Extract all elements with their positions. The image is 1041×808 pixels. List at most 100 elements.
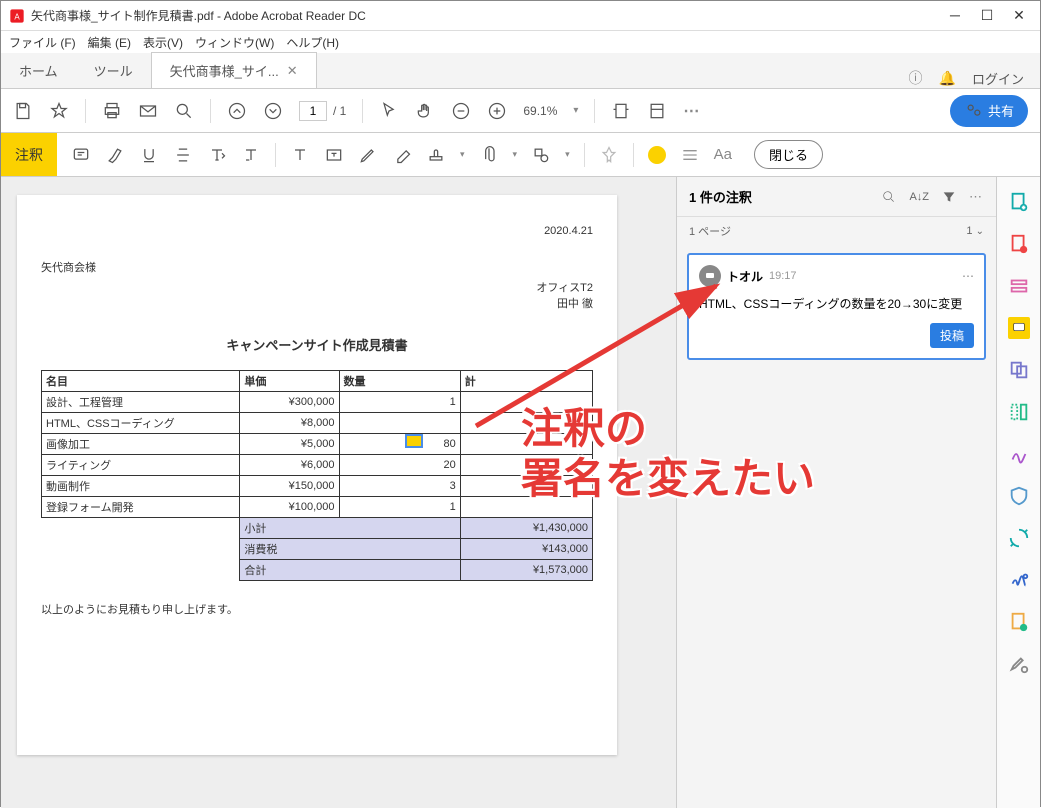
combine-icon[interactable]: [1008, 359, 1030, 381]
page-up-icon[interactable]: [227, 101, 247, 121]
comment-more-icon[interactable]: ⋯: [962, 269, 974, 283]
comment-card[interactable]: トオル 19:17 ⋯ HTML、CSSコーディングの数量を20→30に変更 投…: [687, 253, 986, 360]
doc-person: 田中 徹: [41, 295, 593, 311]
menu-help[interactable]: ヘルプ(H): [286, 34, 339, 51]
close-window-button[interactable]: ✕: [1012, 7, 1026, 24]
zoom-dropdown-icon[interactable]: ▾: [573, 105, 578, 116]
menu-edit[interactable]: 編集 (E): [88, 34, 131, 51]
tab-home[interactable]: ホーム: [1, 53, 76, 88]
menu-view[interactable]: 表示(V): [143, 34, 183, 51]
comment-author: トオル: [727, 268, 763, 285]
attach-icon[interactable]: [479, 145, 499, 165]
text-box-icon[interactable]: [324, 145, 344, 165]
page-view-icon[interactable]: [647, 101, 667, 121]
more-tools-icon[interactable]: [1008, 653, 1030, 675]
more-comments-icon[interactable]: ⋯: [969, 189, 984, 205]
filter-icon[interactable]: [941, 189, 957, 205]
attach-dropdown-icon[interactable]: ▾: [513, 149, 518, 160]
sort-icon[interactable]: A↓Z: [909, 191, 929, 203]
right-tool-rail: [996, 177, 1040, 808]
page-down-icon[interactable]: [263, 101, 283, 121]
zoom-in-icon[interactable]: [487, 101, 507, 121]
tab-close-icon[interactable]: ✕: [287, 63, 298, 79]
sign-icon[interactable]: [1008, 443, 1030, 465]
pencil-icon[interactable]: [358, 145, 378, 165]
menu-file[interactable]: ファイル (F): [9, 34, 76, 51]
create-pdf-icon[interactable]: [1008, 191, 1030, 213]
mail-icon[interactable]: [138, 101, 158, 121]
edit-pdf-icon[interactable]: [1008, 275, 1030, 297]
comment-tool-icon[interactable]: [1008, 317, 1030, 339]
bell-icon[interactable]: 🔔: [939, 70, 956, 87]
help-icon[interactable]: ⓘ: [909, 68, 923, 88]
minimize-button[interactable]: ─: [948, 7, 962, 24]
strikethrough-icon[interactable]: [173, 145, 193, 165]
chevron-down-icon[interactable]: ⌄: [976, 226, 984, 237]
tab-bar: ホーム ツール 矢代商事様_サイ... ✕ ⓘ 🔔 ログイン: [1, 53, 1040, 89]
color-picker[interactable]: [648, 146, 666, 164]
menu-window[interactable]: ウィンドウ(W): [195, 34, 274, 51]
shapes-icon[interactable]: [531, 145, 551, 165]
total-row: 合計¥1,573,000: [42, 560, 593, 581]
doc-addressee: 矢代商会様: [41, 259, 593, 275]
tab-document[interactable]: 矢代商事様_サイ... ✕: [151, 52, 317, 88]
stamp-dropdown-icon[interactable]: ▾: [460, 149, 465, 160]
protect-icon[interactable]: [1008, 485, 1030, 507]
text-tool-icon[interactable]: [290, 145, 310, 165]
line-weight-icon[interactable]: [680, 145, 700, 165]
print-icon[interactable]: [102, 101, 122, 121]
doc-date: 2020.4.21: [41, 225, 593, 237]
tab-document-label: 矢代商事様_サイ...: [170, 61, 279, 80]
share-button[interactable]: 共有: [950, 95, 1028, 127]
page-indicator: 1 ページ: [689, 223, 731, 239]
zoom-out-icon[interactable]: [451, 101, 471, 121]
window-title: 矢代商事様_サイト制作見積書.pdf - Adobe Acrobat Reade…: [31, 7, 948, 24]
search-icon[interactable]: [174, 101, 194, 121]
eraser-icon[interactable]: [392, 145, 412, 165]
tax-row: 消費税¥143,000: [42, 539, 593, 560]
menu-bar: ファイル (F) 編集 (E) 表示(V) ウィンドウ(W) ヘルプ(H): [1, 31, 1040, 53]
save-icon[interactable]: [13, 101, 33, 121]
insert-text-icon[interactable]: [207, 145, 227, 165]
maximize-button[interactable]: ☐: [980, 7, 994, 24]
highlight-icon[interactable]: [105, 145, 125, 165]
convert-icon[interactable]: [1008, 527, 1030, 549]
th-unit: 単価: [240, 371, 339, 392]
comment-text: HTML、CSSコーディングの数量を20→30に変更: [699, 295, 974, 313]
hand-icon[interactable]: [415, 101, 435, 121]
zoom-level[interactable]: 69.1%: [523, 104, 557, 118]
export-pdf-icon[interactable]: [1008, 233, 1030, 255]
page-total: / 1: [333, 104, 346, 118]
login-link[interactable]: ログイン: [972, 69, 1024, 88]
shapes-dropdown-icon[interactable]: ▾: [565, 149, 570, 160]
comments-count: 1 件の注釈: [689, 187, 869, 206]
document-area[interactable]: 2020.4.21 矢代商会様 オフィスT2 田中 徹 キャンペーンサイト作成見…: [1, 177, 676, 808]
th-item: 名目: [42, 371, 240, 392]
signature-icon[interactable]: [1008, 569, 1030, 591]
annotation-marker[interactable]: [405, 434, 423, 448]
annotation-toolbar: 注釈 ▾ ▾ ▾ Aa 閉じる: [1, 133, 1040, 177]
post-button[interactable]: 投稿: [930, 323, 974, 348]
underline-icon[interactable]: [139, 145, 159, 165]
main-toolbar: / 1 69.1% ▾ ⋯ 共有: [1, 89, 1040, 133]
search-comments-icon[interactable]: [881, 189, 897, 205]
fit-width-icon[interactable]: [611, 101, 631, 121]
pin-icon[interactable]: [599, 145, 619, 165]
star-icon[interactable]: [49, 101, 69, 121]
organize-icon[interactable]: [1008, 611, 1030, 633]
font-size-icon[interactable]: Aa: [714, 146, 732, 163]
page-current-input[interactable]: [299, 101, 327, 121]
th-total: 計: [460, 371, 592, 392]
tab-tools[interactable]: ツール: [76, 53, 151, 88]
sticky-note-icon[interactable]: [71, 145, 91, 165]
table-row: 登録フォーム開発¥100,0001: [42, 497, 593, 518]
page-controls: / 1: [299, 101, 346, 121]
svg-text:A: A: [14, 12, 20, 21]
pointer-icon[interactable]: [379, 101, 399, 121]
close-annobar-button[interactable]: 閉じる: [754, 140, 823, 169]
stamp-icon[interactable]: [426, 145, 446, 165]
compress-icon[interactable]: [1008, 401, 1030, 423]
annotation-label: 注釈: [1, 133, 57, 176]
replace-text-icon[interactable]: [241, 145, 261, 165]
more-icon[interactable]: ⋯: [683, 101, 701, 121]
